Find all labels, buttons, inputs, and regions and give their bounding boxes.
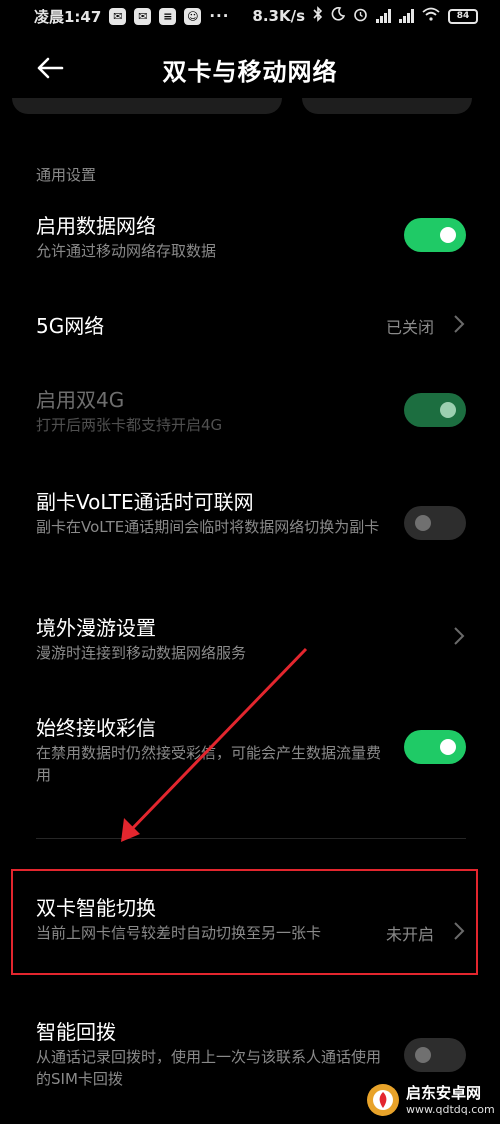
chevron-right-icon xyxy=(454,315,465,333)
app-header: 双卡与移动网络 xyxy=(0,38,500,98)
status-right: 8.3K/s 84 xyxy=(252,6,478,26)
row-subtitle: 允许通过移动网络存取数据 xyxy=(36,242,217,260)
watermark-logo-icon xyxy=(367,1084,399,1116)
bluetooth-icon xyxy=(313,6,323,26)
status-bar: 凌晨1:47 ✉ ✉ ≡ ☺ ··· 8.3K/s 84 xyxy=(0,0,500,32)
row-title: 智能回拨 xyxy=(36,1020,116,1044)
row-subtitle: 副卡在VoLTE通话期间会临时将数据网络切换为副卡 xyxy=(36,518,380,536)
signal-sim1-icon xyxy=(376,9,391,23)
row-subtitle: 在禁用数据时仍然接受彩信，可能会产生数据流量费用 xyxy=(36,744,382,784)
setting-row-roaming[interactable]: 境外漫游设置 漫游时连接到移动数据网络服务 xyxy=(0,602,500,672)
secondary-volte-toggle[interactable] xyxy=(404,506,466,540)
row-subtitle: 打开后两张卡都支持开启4G xyxy=(36,416,223,434)
row-title: 5G网络 xyxy=(36,314,105,338)
divider xyxy=(36,838,466,839)
smart-callback-toggle[interactable] xyxy=(404,1038,466,1072)
net-speed: 8.3K/s xyxy=(252,7,305,25)
chevron-right-icon xyxy=(454,627,465,645)
setting-row-secondary-volte[interactable]: 副卡VoLTE通话时可联网 副卡在VoLTE通话期间会临时将数据网络切换为副卡 xyxy=(0,476,500,572)
watermark-name: 启东安卓网 xyxy=(406,1083,482,1102)
setting-row-mobile-data[interactable]: 启用数据网络 允许通过移动网络存取数据 xyxy=(0,200,500,276)
section-title: 通用设置 xyxy=(36,166,97,184)
signal-sim2-icon xyxy=(399,9,414,23)
row-subtitle: 从通话记录回拨时，使用上一次与该联系人通话使用的SIM卡回拨 xyxy=(36,1048,382,1088)
sim-card-1[interactable] xyxy=(12,98,282,114)
mobile-data-toggle[interactable] xyxy=(404,218,466,252)
setting-row-5g[interactable]: 5G网络 已关闭 xyxy=(0,296,500,352)
dual-4g-toggle[interactable] xyxy=(404,393,466,427)
setting-row-dual-4g[interactable]: 启用双4G 打开后两张卡都支持开启4G xyxy=(0,374,500,450)
row-title: 境外漫游设置 xyxy=(36,616,156,640)
status-time: 凌晨1:47 xyxy=(34,7,102,26)
row-title: 副卡VoLTE通话时可联网 xyxy=(36,490,254,514)
wechat-icon: ✉ xyxy=(109,7,127,25)
qq-icon: ☺ xyxy=(184,7,202,25)
setting-row-mms[interactable]: 始终接收彩信 在禁用数据时仍然接受彩信，可能会产生数据流量费用 xyxy=(0,702,500,798)
alarm-icon xyxy=(353,7,368,26)
settings-screen: 凌晨1:47 ✉ ✉ ≡ ☺ ··· 8.3K/s 84 双卡与移动网络 通用设… xyxy=(0,0,500,1124)
wifi-icon xyxy=(422,7,440,25)
watermark: 启东安卓网 www.qdtdq.com xyxy=(366,1076,500,1124)
sim-card-2[interactable] xyxy=(302,98,472,114)
battery-icon: 84 xyxy=(448,8,478,24)
moon-icon xyxy=(331,7,346,25)
page-title: 双卡与移动网络 xyxy=(162,58,338,86)
watermark-url: www.qdtdq.com xyxy=(406,1102,495,1116)
doc-icon: ≡ xyxy=(159,7,177,25)
row-value: 已关闭 xyxy=(386,318,435,337)
wechat-icon: ✉ xyxy=(134,7,152,25)
more-notifications: ··· xyxy=(209,7,230,25)
row-title: 始终接收彩信 xyxy=(36,716,156,740)
row-title: 启用双4G xyxy=(36,388,125,412)
status-left: 凌晨1:47 ✉ ✉ ≡ ☺ ··· xyxy=(34,6,229,27)
row-subtitle: 漫游时连接到移动数据网络服务 xyxy=(36,644,247,662)
highlight-box xyxy=(11,869,478,975)
row-title: 启用数据网络 xyxy=(36,214,156,238)
mms-toggle[interactable] xyxy=(404,730,466,764)
